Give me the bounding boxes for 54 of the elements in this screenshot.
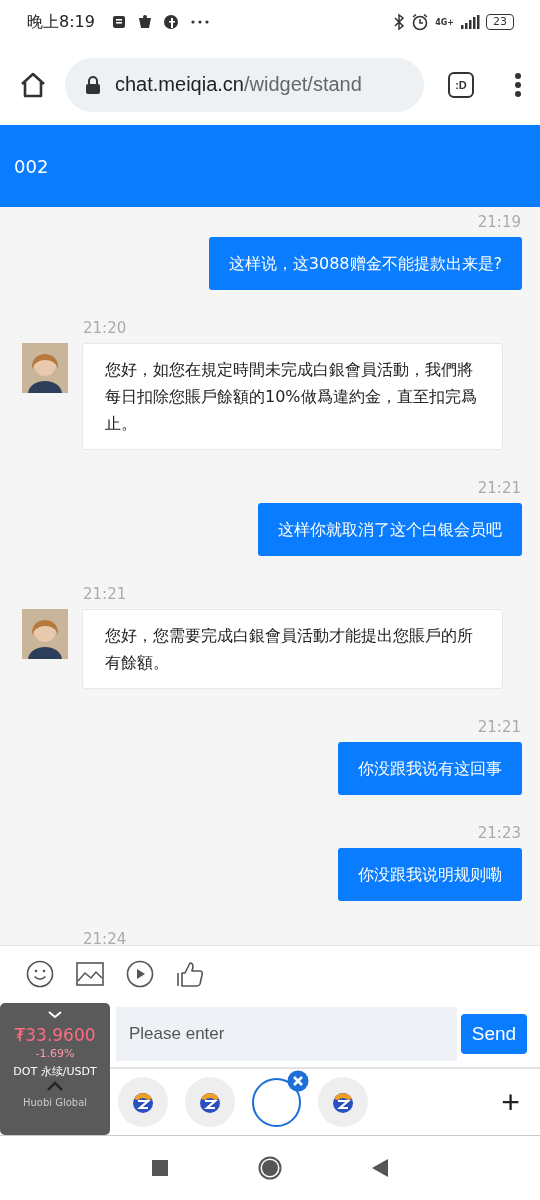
app-logo-icon [198,1090,222,1114]
lock-icon [85,75,101,94]
app-logo-icon [131,1090,155,1114]
collapse-icon[interactable] [47,1011,63,1019]
message-time: 21:24 [83,930,128,945]
message-bubble: 这样你就取消了这个白银会员吧 [258,503,522,556]
home-button-icon[interactable] [258,1156,282,1180]
app-icon [136,14,153,30]
avatar [22,609,68,659]
social-icon [162,14,179,30]
send-button[interactable]: Send [461,1014,527,1054]
menu-icon[interactable] [514,71,522,98]
chat-title: 002 [14,155,49,177]
url-text: chat.meiqia.cn/widget/stand [115,73,362,96]
message-time: 21:21 [477,479,521,497]
ticker-price: ₮33.9600 [14,1025,96,1045]
chat-bubble[interactable] [118,1077,168,1127]
alarm-icon [411,13,430,31]
thumbs-up-icon[interactable] [176,959,204,988]
signal-icon [460,15,480,29]
message-time: 21:19 [477,213,521,231]
image-icon[interactable] [76,961,104,986]
message-time: 21:23 [477,824,521,842]
message-bubble: 您好，如您在規定時間未完成白銀會員活動，我們將每日扣除您賬戶餘額的10%做爲違約金，直至扣完爲止。 [82,343,503,450]
close-icon[interactable] [287,1069,309,1092]
message-input[interactable]: Please enter [116,1007,457,1061]
ticker-widget[interactable]: ₮33.9600 -1.69% DOT 永续/USDT Huobi Global [0,1003,110,1135]
message-time: 21:21 [83,585,128,603]
chat-bubble[interactable] [318,1077,368,1127]
chat-bubble[interactable] [252,1077,301,1127]
bluetooth-icon [393,13,406,31]
app-logo-icon [331,1090,355,1114]
message-bubble: 这样说，这3088赠金不能提款出来是? [208,237,522,290]
battery-level: 23 [486,14,514,30]
ticker-change: -1.69% [35,1047,75,1060]
message-bubble: 你没跟我说明规则嘞 [338,848,522,901]
notification-icon [110,14,127,30]
home-icon[interactable] [19,70,47,99]
tabs-button[interactable]: :D [448,71,474,98]
message-time: 21:20 [83,319,128,337]
ticker-brand: Huobi Global [22,1097,88,1108]
chat-bubble[interactable] [185,1077,235,1127]
clock-time: 晚上8:19 [27,11,95,33]
avatar [22,343,68,393]
message-bubble: 你没跟我说有这回事 [338,742,522,795]
network-label: 4G+ [435,17,454,27]
emoji-icon[interactable] [26,959,54,988]
back-icon[interactable] [372,1159,388,1177]
address-bar[interactable]: chat.meiqia.cn/widget/stand [65,57,424,112]
message-bubble: 您好，您需要完成白銀會員活動才能提出您賬戶的所有餘額。 [82,609,503,689]
ticker-pair: DOT 永续/USDT [13,1064,97,1079]
message-time: 21:21 [477,718,521,736]
add-button[interactable]: + [495,1083,526,1121]
play-icon[interactable] [126,959,154,988]
